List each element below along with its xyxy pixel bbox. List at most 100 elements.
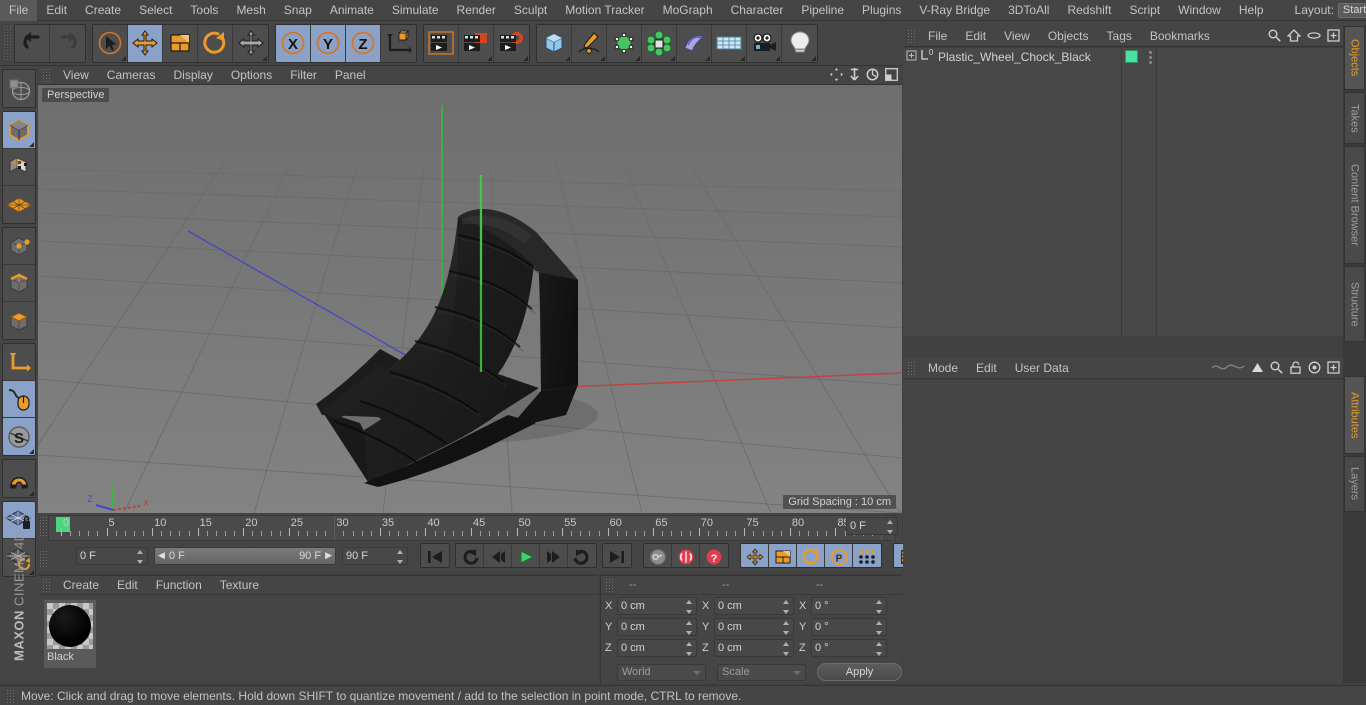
keyframe-selection-button[interactable]: ? xyxy=(700,544,728,567)
apply-button[interactable]: Apply xyxy=(817,663,902,681)
attribute-menu-user-data[interactable]: User Data xyxy=(1006,358,1078,379)
material-manager-grip[interactable] xyxy=(42,578,51,592)
add-cube-button[interactable] xyxy=(537,24,572,62)
previous-key-button[interactable] xyxy=(456,544,484,567)
menu-item-tools[interactable]: Tools xyxy=(181,0,227,21)
search-icon[interactable] xyxy=(1268,29,1281,45)
stepper-icon[interactable] xyxy=(783,642,790,656)
stepper-icon[interactable] xyxy=(137,549,144,564)
play-button[interactable] xyxy=(512,544,540,567)
tab-objects[interactable]: Objects xyxy=(1344,26,1365,90)
menu-item-3dtoall[interactable]: 3DToAll xyxy=(999,0,1058,21)
add-camera-button[interactable] xyxy=(747,24,782,62)
expand-toggle-icon[interactable] xyxy=(906,50,917,64)
coordinates-grip[interactable] xyxy=(605,578,614,592)
target-icon[interactable] xyxy=(1308,361,1321,377)
menu-item-mograph[interactable]: MoGraph xyxy=(654,0,722,21)
timeline-ruler[interactable]: 051015202530354045505560657075808590 xyxy=(48,515,896,541)
x-axis-lock[interactable]: X xyxy=(276,24,311,62)
attribute-menu-edit[interactable]: Edit xyxy=(967,358,1006,379)
material-menu-create[interactable]: Create xyxy=(54,576,108,595)
menu-item-select[interactable]: Select xyxy=(130,0,181,21)
size-x-field[interactable]: 0 cm xyxy=(714,597,794,615)
tool-expand-corner-icon[interactable] xyxy=(29,449,34,454)
tool-expand-corner-icon[interactable] xyxy=(811,55,816,61)
texture-mode-button[interactable] xyxy=(3,149,35,186)
object-manager-grip[interactable] xyxy=(907,29,916,43)
rotate-tool[interactable] xyxy=(198,24,233,62)
next-key-button[interactable] xyxy=(568,544,596,567)
menu-item-vray-bridge[interactable]: V-Ray Bridge xyxy=(910,0,999,21)
go-to-start-button[interactable] xyxy=(421,544,449,567)
dynamic-move-tool[interactable] xyxy=(233,24,268,62)
stepper-icon[interactable] xyxy=(876,621,883,635)
stepper-icon[interactable] xyxy=(876,642,883,656)
viewport-grip[interactable] xyxy=(42,68,51,82)
object-menu-file[interactable]: File xyxy=(919,26,956,47)
home-icon[interactable] xyxy=(1286,29,1302,45)
attribute-manager-grip[interactable] xyxy=(907,361,916,375)
menu-item-render[interactable]: Render xyxy=(448,0,505,21)
soft-selection-button[interactable]: S xyxy=(3,418,35,455)
material-menu-function[interactable]: Function xyxy=(147,576,211,595)
rotation-y-field[interactable]: 0 ° xyxy=(811,618,887,636)
menu-item-pipeline[interactable]: Pipeline xyxy=(792,0,853,21)
enable-axis-modification-button[interactable] xyxy=(3,344,35,381)
menu-item-create[interactable]: Create xyxy=(76,0,130,21)
enable-snapping-button[interactable] xyxy=(3,381,35,418)
attribute-menu-mode[interactable]: Mode xyxy=(919,358,967,379)
viewport-menu-cameras[interactable]: Cameras xyxy=(98,66,165,85)
material-menu-edit[interactable]: Edit xyxy=(108,576,147,595)
tab-structure[interactable]: Structure xyxy=(1344,266,1365,342)
menu-item-help[interactable]: Help xyxy=(1230,0,1273,21)
stepper-icon[interactable] xyxy=(783,621,790,635)
status-bar-grip[interactable] xyxy=(6,688,15,703)
zoom-icon[interactable] xyxy=(849,68,860,84)
position-x-field[interactable]: 0 cm xyxy=(617,597,697,615)
layout-select[interactable]: Startup xyxy=(1337,2,1366,18)
add-light-button[interactable] xyxy=(782,24,817,62)
ellipse-icon[interactable] xyxy=(1307,29,1321,45)
menu-item-edit[interactable]: Edit xyxy=(37,0,76,21)
edges-mode-button[interactable] xyxy=(3,265,35,302)
rotate-icon[interactable] xyxy=(866,68,879,84)
z-axis-lock[interactable]: Z xyxy=(346,24,381,62)
range-left-arrow-icon[interactable]: ◀ xyxy=(158,550,165,561)
coordinate-system-select[interactable]: World xyxy=(617,663,707,681)
expand-icon[interactable] xyxy=(1327,361,1340,377)
workplane-mode-button[interactable] xyxy=(3,186,35,223)
add-scene-object-button[interactable] xyxy=(712,24,747,62)
render-to-picture-viewer-button[interactable] xyxy=(459,24,494,62)
tool-expand-corner-icon[interactable] xyxy=(635,55,640,61)
tool-expand-corner-icon[interactable] xyxy=(121,55,126,61)
menu-item-script[interactable]: Script xyxy=(1120,0,1169,21)
tab-content-browser[interactable]: Content Browser xyxy=(1344,146,1365,264)
tool-expand-corner-icon[interactable] xyxy=(775,55,780,61)
rotation-x-field[interactable]: 0 ° xyxy=(811,597,887,615)
step-forward-button[interactable] xyxy=(540,544,568,567)
menu-item-plugins[interactable]: Plugins xyxy=(853,0,910,21)
menu-item-animate[interactable]: Animate xyxy=(321,0,383,21)
tool-expand-corner-icon[interactable] xyxy=(740,55,745,61)
tool-expand-corner-icon[interactable] xyxy=(487,55,492,61)
tab-attributes[interactable]: Attributes xyxy=(1344,376,1365,454)
up-arrow-icon[interactable] xyxy=(1251,361,1264,377)
material-tag-icon[interactable] xyxy=(1125,50,1138,63)
maximize-icon[interactable] xyxy=(885,68,898,84)
tab-layers[interactable]: Layers xyxy=(1344,456,1365,512)
texture-axis-tool[interactable] xyxy=(3,70,35,107)
toolbar-grip[interactable] xyxy=(3,25,12,61)
attribute-manager-body[interactable] xyxy=(903,380,1343,683)
tool-expand-corner-icon[interactable] xyxy=(29,142,34,147)
render-view-button[interactable] xyxy=(424,24,459,62)
move-tool[interactable] xyxy=(128,24,163,62)
parameter-key-button[interactable]: P xyxy=(825,544,853,567)
search-icon[interactable] xyxy=(1270,361,1283,377)
end-frame-field[interactable]: 90 F xyxy=(342,546,408,565)
add-deformer-button[interactable] xyxy=(677,24,712,62)
tool-expand-corner-icon[interactable] xyxy=(523,55,528,61)
tool-expand-corner-icon[interactable] xyxy=(262,55,267,61)
world-object-coordinate-toggle[interactable] xyxy=(381,24,416,62)
menu-item-motion-tracker[interactable]: Motion Tracker xyxy=(556,0,653,21)
object-list[interactable]: 0 Plastic_Wheel_Chock_Black xyxy=(903,48,1343,336)
